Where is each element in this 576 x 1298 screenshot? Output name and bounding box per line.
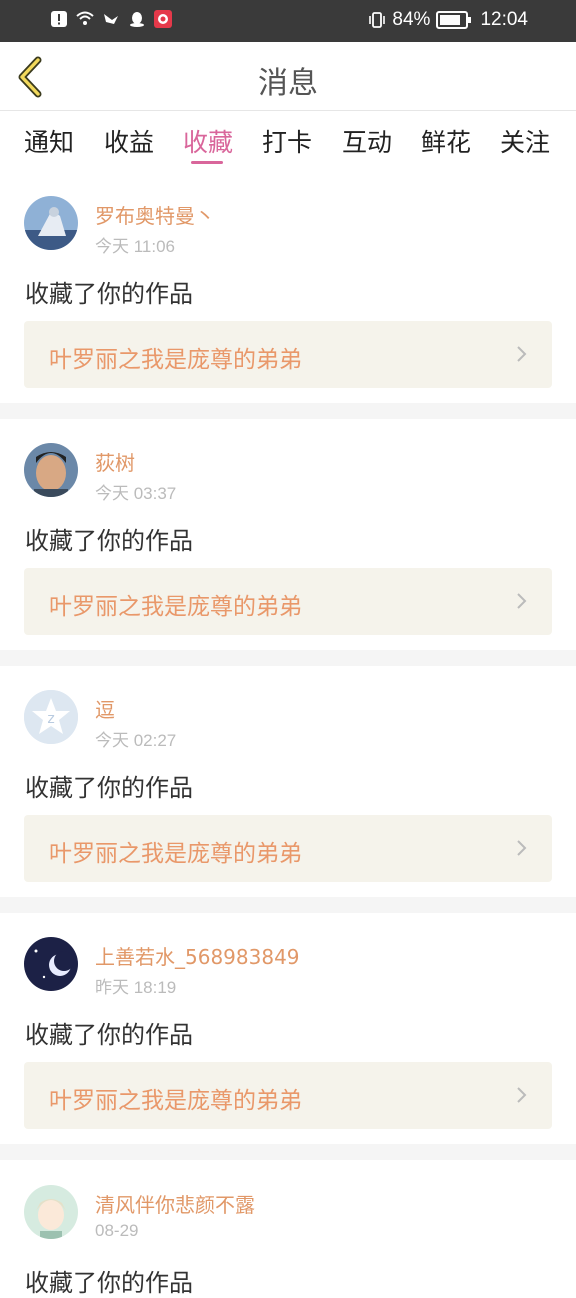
tab-interact[interactable]: 互动 — [342, 123, 392, 159]
status-icons-left — [50, 10, 172, 28]
divider — [0, 403, 576, 419]
work-link[interactable]: 叶罗丽之我是庞尊的弟弟 — [24, 321, 552, 388]
avatar[interactable]: z — [24, 690, 78, 744]
action-text: 收藏了你的作品 — [25, 1269, 193, 1297]
tab-checkin[interactable]: 打卡 — [262, 123, 312, 159]
page-title: 消息 — [258, 66, 318, 101]
chevron-right-icon — [517, 840, 527, 856]
avatar-image-icon — [24, 196, 78, 250]
list-item: 上善若水_568983849 昨天 18:19 收藏了你的作品 叶罗丽之我是庞尊… — [0, 913, 576, 1144]
list-item: 清风伴你悲颜不露 08-29 收藏了你的作品 — [0, 1160, 576, 1297]
avatar[interactable] — [24, 1185, 78, 1239]
divider — [0, 650, 576, 666]
vibrate-icon — [369, 12, 386, 28]
timestamp: 今天 11:06 — [95, 237, 176, 256]
action-text: 收藏了你的作品 — [25, 1021, 193, 1049]
tab-favorites-label: 收藏 — [183, 128, 234, 157]
username[interactable]: 荻树 — [95, 447, 135, 476]
divider — [0, 897, 576, 913]
alert-icon — [51, 11, 67, 27]
active-tab-indicator — [191, 161, 223, 164]
tab-income[interactable]: 收益 — [104, 123, 154, 159]
qq-icon — [130, 12, 144, 27]
work-title: 叶罗丽之我是庞尊的弟弟 — [49, 347, 302, 373]
work-link[interactable]: 叶罗丽之我是庞尊的弟弟 — [24, 815, 552, 882]
work-title: 叶罗丽之我是庞尊的弟弟 — [49, 594, 302, 620]
action-text: 收藏了你的作品 — [25, 527, 193, 555]
clock: 12:04 — [480, 9, 528, 30]
signal-bird-icon — [104, 14, 118, 24]
work-link[interactable]: 叶罗丽之我是庞尊的弟弟 — [24, 568, 552, 635]
chevron-right-icon — [517, 593, 527, 609]
battery-icon — [436, 11, 472, 29]
action-text: 收藏了你的作品 — [25, 774, 193, 802]
avatar-image-icon — [24, 443, 78, 497]
avatar[interactable] — [24, 196, 78, 250]
timestamp: 08-29 — [95, 1221, 139, 1240]
chevron-right-icon — [517, 1087, 527, 1103]
username[interactable]: 上善若水_568983849 — [95, 941, 300, 970]
tab-bar: 通知 收益 收藏 打卡 互动 鲜花 关注 — [0, 111, 576, 171]
tab-flowers[interactable]: 鲜花 — [421, 123, 471, 159]
tab-favorites[interactable]: 收藏 — [183, 123, 234, 164]
battery-percent: 84% — [392, 9, 431, 30]
avatar[interactable] — [24, 937, 78, 991]
timestamp: 今天 02:27 — [95, 731, 177, 750]
timestamp: 今天 03:37 — [95, 484, 177, 503]
list-item: 罗布奥特曼丶 今天 11:06 收藏了你的作品 叶罗丽之我是庞尊的弟弟 — [0, 175, 576, 403]
avatar-anime-icon — [24, 1185, 78, 1239]
avatar[interactable] — [24, 443, 78, 497]
work-link[interactable]: 叶罗丽之我是庞尊的弟弟 — [24, 1062, 552, 1129]
list-item: z 逗 今天 02:27 收藏了你的作品 叶罗丽之我是庞尊的弟弟 — [0, 666, 576, 897]
svg-text:z: z — [47, 711, 54, 727]
status-bar: 84% 12:04 — [0, 0, 576, 42]
tab-notice[interactable]: 通知 — [24, 123, 74, 159]
divider — [0, 1144, 576, 1160]
app-notification-icon — [154, 10, 172, 28]
timestamp: 昨天 18:19 — [95, 978, 177, 997]
default-avatar-star-icon: z — [24, 690, 78, 744]
username[interactable]: 逗 — [95, 694, 115, 723]
chevron-right-icon — [517, 346, 527, 362]
avatar-moon-icon — [24, 937, 78, 991]
list-item: 荻树 今天 03:37 收藏了你的作品 叶罗丽之我是庞尊的弟弟 — [0, 419, 576, 650]
action-text: 收藏了你的作品 — [25, 280, 193, 308]
work-title: 叶罗丽之我是庞尊的弟弟 — [49, 841, 302, 867]
work-title: 叶罗丽之我是庞尊的弟弟 — [49, 1088, 302, 1114]
battery-fill — [440, 15, 461, 25]
tab-follow[interactable]: 关注 — [500, 123, 550, 159]
status-icons-right: 84% 12:04 — [368, 9, 528, 31]
app-header: 消息 — [0, 42, 576, 111]
wifi-icon — [76, 11, 94, 25]
username[interactable]: 清风伴你悲颜不露 — [95, 1189, 255, 1218]
username[interactable]: 罗布奥特曼丶 — [95, 200, 215, 229]
